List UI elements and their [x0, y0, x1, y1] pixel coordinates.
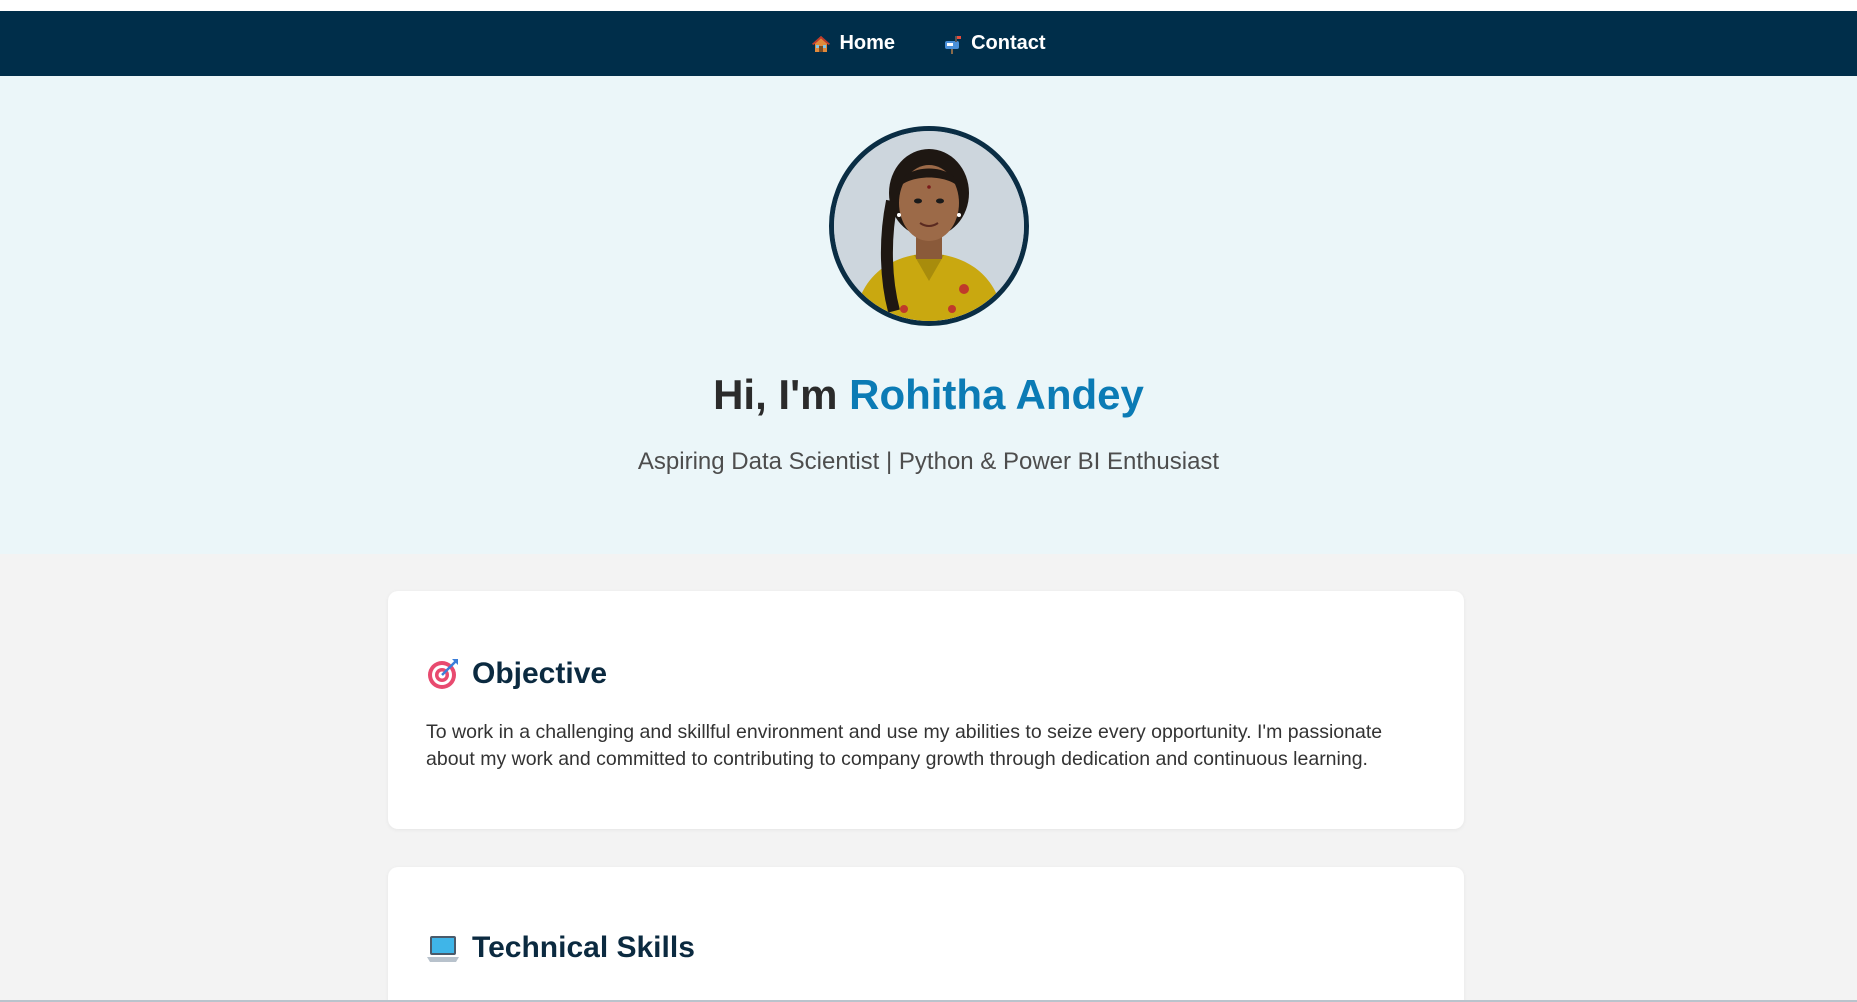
nav-home-label: Home	[839, 32, 896, 54]
house-icon	[811, 34, 831, 54]
nav-home-link[interactable]: Home	[811, 32, 895, 55]
top-strip	[0, 0, 1857, 11]
skills-title: Technical Skills	[472, 931, 695, 964]
hero-greeting: Hi, I'm	[713, 371, 850, 418]
objective-title: Objective	[472, 657, 608, 690]
hero-title: Hi, I'm Rohitha Andey	[713, 371, 1144, 418]
profile-photo	[833, 131, 1024, 321]
nav-contact-link[interactable]: Contact	[943, 32, 1046, 55]
objective-text: To work in a challenging and skillful en…	[426, 721, 1383, 770]
hero-subtitle: Aspiring Data Scientist | Python & Power…	[637, 448, 1220, 476]
profile-avatar	[828, 126, 1029, 326]
target-icon	[426, 657, 460, 691]
nav-contact-label: Contact	[971, 32, 1046, 54]
navbar: Home Contact	[0, 11, 1857, 76]
skills-heading: Technical Skills	[426, 931, 1426, 965]
hero-section: Hi, I'm Rohitha Andey Aspiring Data Scie…	[0, 76, 1857, 554]
objective-card: Objective To work in a challenging and s…	[388, 591, 1464, 829]
mailbox-icon	[943, 34, 963, 54]
technical-skills-card: Technical Skills	[388, 867, 1464, 1002]
objective-heading: Objective	[426, 657, 1426, 691]
portfolio-page: Home Contact Hi, I'm Rohitha Andey Aspir…	[0, 0, 1857, 1002]
laptop-icon	[426, 931, 460, 965]
hero-name: Rohitha Andey	[849, 371, 1144, 418]
